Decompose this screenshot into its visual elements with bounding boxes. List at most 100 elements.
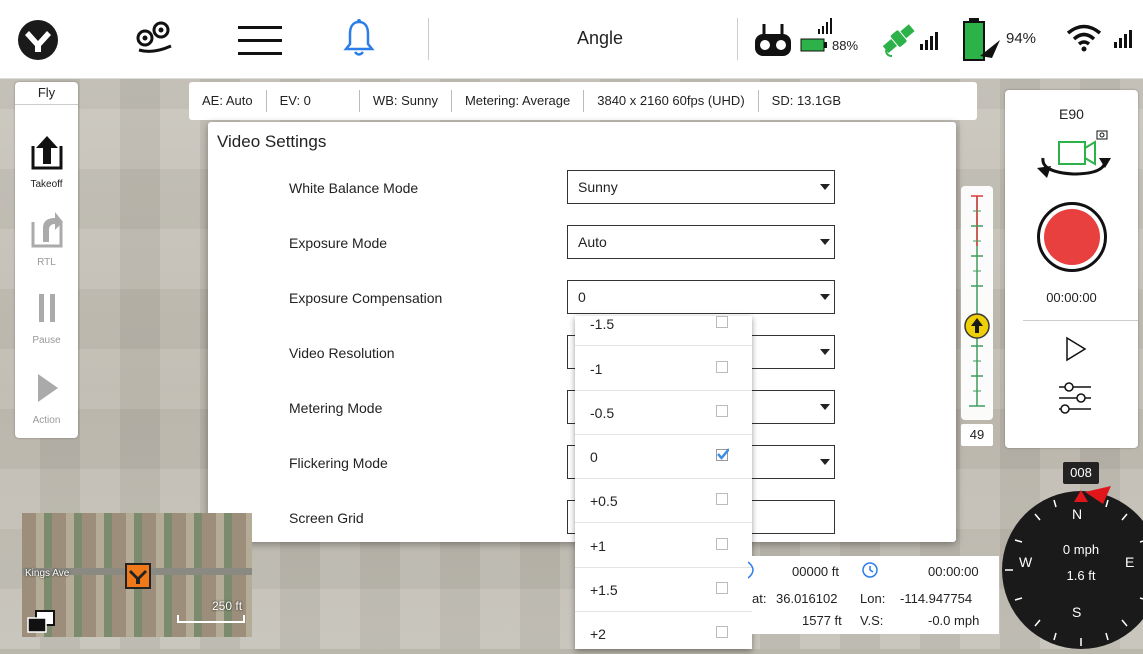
compass-west: W — [1019, 554, 1033, 570]
exposure-compensation-select[interactable]: 0 — [567, 280, 835, 314]
video-resolution-label: Video Resolution — [289, 345, 395, 361]
camera-status-bar[interactable]: AE: Auto EV: 0 WB: Sunny Metering: Avera… — [189, 82, 977, 120]
option-checkbox[interactable] — [716, 405, 728, 417]
option-checkbox[interactable] — [716, 316, 728, 328]
white-balance-select[interactable]: Sunny — [567, 170, 835, 204]
option-checkbox[interactable] — [716, 361, 728, 373]
takeoff-button[interactable]: Takeoff — [15, 132, 78, 190]
pause-button[interactable]: Pause — [15, 288, 78, 346]
vertical-speed-label: V.S: — [860, 613, 884, 628]
chevron-down-icon — [820, 184, 830, 190]
wifi-signal-icon — [1114, 30, 1132, 53]
flight-controls-panel: Fly Takeoff RTL Pause Action — [15, 82, 78, 438]
action-button[interactable]: Action — [15, 368, 78, 426]
exposure-mode-value: Auto — [578, 234, 607, 250]
option-label: +1 — [590, 538, 606, 554]
layers-icon[interactable] — [26, 609, 56, 635]
altitude-readout: 1577 ft — [802, 613, 842, 628]
camera-model-label[interactable]: E90 — [1005, 106, 1138, 122]
height-value: 1.6 ft — [1066, 568, 1096, 583]
option-checkbox[interactable] — [716, 582, 728, 594]
controller-icon — [754, 22, 792, 63]
exposure-compensation-dropdown[interactable]: -1.5 -1 -0.5 0 +0.5 +1 +1.5 +2 — [575, 316, 752, 649]
chevron-down-icon — [820, 349, 830, 355]
resolution-status: 3840 x 2160 60fps (UHD) — [584, 90, 759, 112]
exposure-mode-label: Exposure Mode — [289, 235, 388, 251]
street-label: Kings Ave — [25, 568, 70, 579]
top-bar: Angle 88% 94% — [0, 0, 1143, 79]
drone-battery-icon — [962, 18, 1002, 67]
wifi-icon — [1066, 24, 1102, 57]
longitude-label: Lon: — [860, 591, 886, 606]
yuneec-logo-icon[interactable] — [17, 19, 59, 66]
option-label: -1 — [590, 361, 603, 377]
metering-mode-label: Metering Mode — [289, 400, 383, 416]
rtl-button[interactable]: RTL — [15, 210, 78, 268]
flickering-mode-label: Flickering Mode — [289, 455, 388, 471]
takeoff-icon — [31, 136, 62, 170]
exposure-compensation-label: Exposure Compensation — [289, 290, 443, 306]
dropdown-option[interactable]: +2 — [575, 611, 752, 649]
fly-tab[interactable]: Fly — [15, 82, 78, 105]
white-balance-label: White Balance Mode — [289, 180, 419, 196]
vertical-speed-value: -0.0 mph — [928, 613, 980, 628]
takeoff-label: Takeoff — [30, 179, 63, 190]
exposure-mode-select[interactable]: Auto — [567, 225, 835, 259]
return-to-launch-icon — [31, 212, 63, 248]
dropdown-option[interactable]: +1.5 — [575, 567, 752, 612]
pause-icon — [38, 294, 55, 322]
play-action-icon — [37, 374, 58, 402]
option-checkbox-checked[interactable] — [716, 448, 729, 461]
latitude-value: 36.016102 — [776, 591, 838, 606]
option-label: +2 — [590, 626, 606, 642]
latitude-label: at: — [752, 591, 767, 606]
option-checkbox[interactable] — [716, 493, 728, 505]
playback-icon[interactable] — [1064, 336, 1088, 362]
exposure-compensation-value: 0 — [578, 289, 586, 305]
checkmark-icon — [717, 448, 729, 460]
camera-control-panel: E90 00:00:00 — [1005, 90, 1138, 448]
controller-battery-icon — [800, 38, 828, 57]
controller-battery-percent: 88% — [832, 38, 859, 53]
notification-bell-icon[interactable] — [343, 18, 375, 63]
dropdown-option[interactable]: -0.5 — [575, 390, 752, 435]
option-checkbox[interactable] — [716, 626, 728, 638]
altitude-marker-icon[interactable] — [963, 312, 991, 340]
map-pins-icon[interactable] — [133, 20, 179, 65]
altitude-value: 49 — [961, 424, 993, 446]
dropdown-option[interactable]: +1 — [575, 523, 752, 568]
map-scale-bar — [177, 615, 245, 623]
map-scale-label: 250 ft — [212, 599, 243, 613]
compass: N S W E 0 mph 1.6 ft — [1001, 480, 1143, 649]
gps-signal-icon — [920, 32, 938, 55]
menu-icon[interactable] — [238, 24, 282, 61]
rtl-label: RTL — [37, 257, 56, 268]
option-label: +1.5 — [590, 582, 618, 598]
panel-divider — [1023, 320, 1138, 321]
distance-value: 00000 ft — [792, 564, 839, 579]
camera-settings-sliders-icon[interactable] — [1057, 380, 1093, 416]
action-label: Action — [32, 415, 61, 426]
option-label: -0.5 — [590, 405, 615, 421]
drone-battery-percent: 94% — [1006, 30, 1037, 47]
option-label: 0 — [590, 449, 598, 465]
flight-mode-title[interactable]: Angle — [540, 28, 660, 49]
record-timer: 00:00:00 — [1046, 290, 1097, 305]
minimap[interactable]: Kings Ave 250 ft — [22, 513, 252, 637]
dropdown-option[interactable]: +0.5 — [575, 478, 752, 523]
option-label: -1.5 — [590, 316, 615, 332]
dropdown-option[interactable]: -1 — [575, 346, 752, 391]
record-button[interactable] — [1037, 202, 1107, 272]
altitude-slider[interactable] — [961, 186, 993, 420]
controller-signal-icon — [818, 18, 834, 39]
ae-status: AE: Auto — [189, 90, 267, 112]
dialog-title: Video Settings — [217, 132, 327, 151]
dropdown-option[interactable]: -1.5 — [575, 316, 752, 346]
clock-icon — [862, 562, 878, 578]
chevron-down-icon — [820, 404, 830, 410]
compass-east: E — [1125, 554, 1135, 570]
option-checkbox[interactable] — [716, 538, 728, 550]
topbar-separator — [737, 18, 738, 60]
dropdown-option-selected[interactable]: 0 — [575, 434, 752, 479]
camera-switch-icon[interactable] — [1033, 128, 1113, 184]
